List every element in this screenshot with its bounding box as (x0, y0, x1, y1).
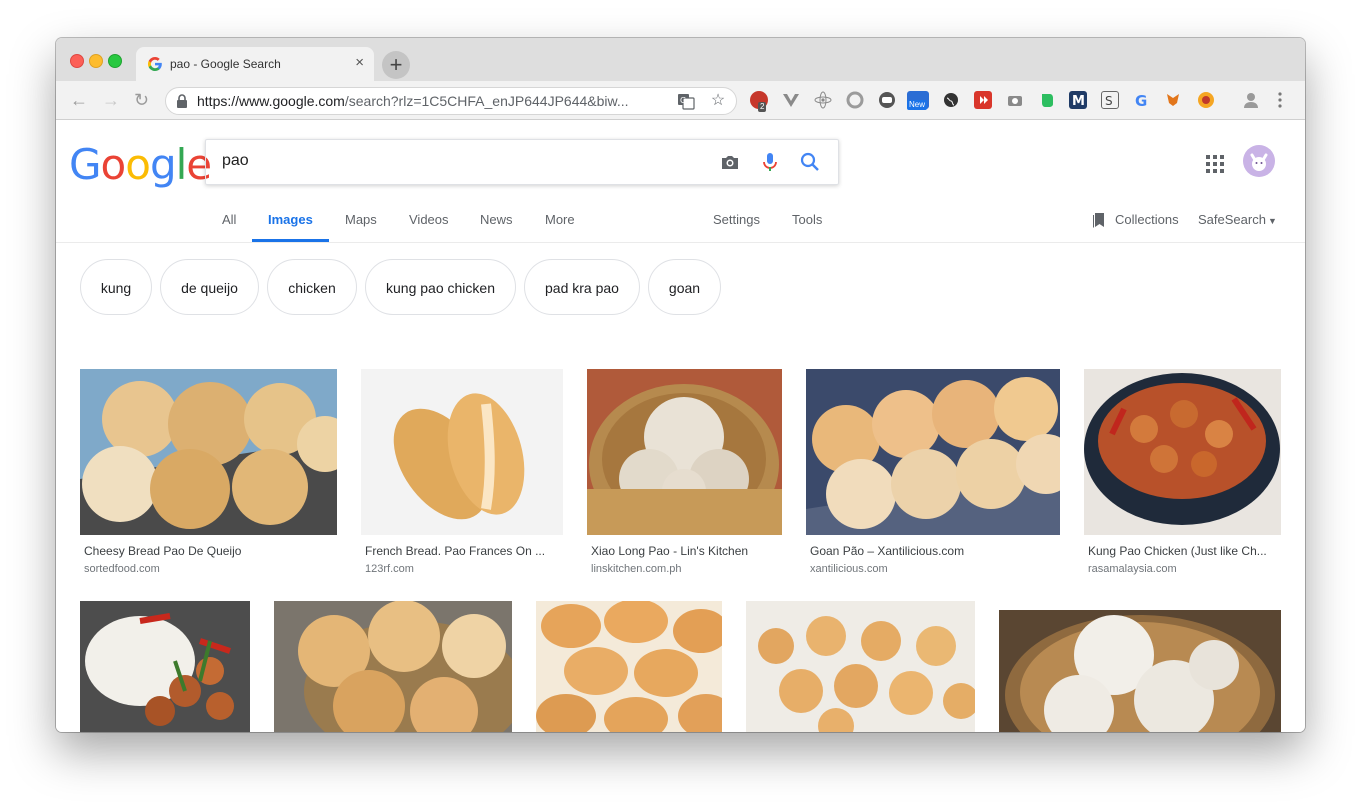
browser-toolbar: ← → ↻ https://www.google.com/search?rlz=… (56, 81, 1305, 120)
camera-search-icon[interactable] (719, 151, 741, 173)
active-tab-indicator (252, 239, 329, 242)
forward-arrow-icon[interactable]: → (102, 90, 120, 110)
microphone-icon[interactable] (759, 151, 781, 173)
profile-icon[interactable] (1242, 91, 1260, 109)
svg-text:G: G (1135, 92, 1147, 109)
google-logo[interactable]: Google (69, 140, 212, 189)
result-image[interactable] (80, 601, 250, 732)
logo-letter: G (69, 140, 102, 189)
new-badge: New (907, 100, 928, 110)
google-extension-icon[interactable]: G (1133, 91, 1151, 110)
result-image[interactable] (274, 601, 512, 732)
logo-letter: g (149, 140, 177, 189)
safesearch-dropdown[interactable]: SafeSearch ▼ (1198, 212, 1277, 227)
result-image[interactable] (806, 369, 1060, 535)
result-title[interactable]: French Bread. Pao Frances On ... (365, 544, 561, 558)
result-source[interactable]: 123rf.com (365, 563, 414, 575)
metamask-extension-icon[interactable] (1165, 91, 1183, 109)
circle-extension-icon[interactable] (846, 91, 864, 109)
tab-title: pao - Google Search (170, 57, 281, 71)
new-extension-icon[interactable]: New (907, 91, 929, 110)
bookmark-star-icon[interactable]: ☆ (709, 92, 727, 110)
collections-link[interactable]: Collections (1115, 212, 1179, 227)
result-image[interactable] (999, 610, 1281, 732)
svg-text:S: S (1105, 94, 1113, 108)
result-image[interactable] (361, 369, 563, 535)
s-extension-icon[interactable]: S (1101, 91, 1119, 109)
tab-more[interactable]: More (545, 212, 575, 227)
address-bar[interactable]: https://www.google.com/search?rlz=1C5CHF… (165, 87, 737, 115)
camera-extension-icon[interactable] (1006, 91, 1024, 109)
zoom-window-button[interactable] (108, 54, 122, 68)
title-bar: pao - Google Search × + (56, 38, 1305, 81)
settings-link[interactable]: Settings (713, 212, 760, 227)
google-favicon-icon (148, 57, 162, 71)
chip-pad-kra-pao[interactable]: pad kra pao (524, 259, 640, 315)
logo-letter: l (175, 140, 188, 189)
globe-extension-icon[interactable] (942, 91, 960, 109)
url-host: https://www.google.com (197, 93, 345, 109)
logo-letter: o (100, 140, 127, 189)
search-box[interactable] (205, 139, 839, 185)
chip-chicken[interactable]: chicken (267, 259, 357, 315)
search-icon[interactable] (799, 151, 821, 173)
google-images-page: Google pao All Images Maps Videos News M… (56, 120, 1305, 732)
result-source[interactable]: xantilicious.com (810, 563, 888, 575)
svg-text:M: M (1072, 94, 1085, 109)
tab-news[interactable]: News (480, 212, 513, 227)
m-extension-icon[interactable]: M (1069, 91, 1087, 109)
result-title[interactable]: Xiao Long Pao - Lin's Kitchen (591, 544, 781, 558)
result-title[interactable]: Kung Pao Chicken (Just like Ch... (1088, 544, 1281, 558)
menu-kebab-icon[interactable] (1276, 91, 1284, 109)
vue-devtools-extension-icon[interactable] (782, 91, 800, 109)
chip-goan[interactable]: goan (648, 259, 721, 315)
tab-images[interactable]: Images (268, 212, 313, 227)
tab-maps[interactable]: Maps (345, 212, 377, 227)
result-source[interactable]: sortedfood.com (84, 563, 160, 575)
result-image[interactable] (536, 601, 722, 732)
result-image[interactable] (1084, 369, 1281, 535)
back-arrow-icon[interactable]: ← (70, 90, 88, 110)
close-window-button[interactable] (70, 54, 84, 68)
chip-kung[interactable]: kung (80, 259, 152, 315)
search-input[interactable] (222, 150, 702, 172)
minimize-window-button[interactable] (89, 54, 103, 68)
coin-extension-icon[interactable] (1197, 91, 1215, 109)
adblock-extension-icon[interactable]: 2 (750, 91, 768, 112)
account-avatar[interactable] (1243, 145, 1275, 177)
translate-icon[interactable]: G (677, 92, 695, 110)
lock-icon (177, 94, 187, 108)
chip-kung-pao-chicken[interactable]: kung pao chicken (365, 259, 516, 315)
tab-all[interactable]: All (222, 212, 236, 227)
logo-letter: o (125, 140, 151, 189)
browser-window: pao - Google Search × + ← → ↻ https://ww… (56, 38, 1305, 732)
result-image[interactable] (746, 601, 975, 732)
new-tab-button[interactable]: + (382, 51, 410, 79)
adblock-badge: 2 (758, 102, 767, 112)
video-extension-icon[interactable] (974, 91, 992, 109)
result-source[interactable]: rasamalaysia.com (1088, 563, 1177, 575)
search-nav: All Images Maps Videos News More Setting… (56, 202, 1305, 243)
result-image[interactable] (80, 369, 337, 535)
result-title[interactable]: Cheesy Bread Pao De Queijo (84, 544, 334, 558)
reload-icon[interactable]: ↻ (134, 90, 149, 110)
chip-de-queijo[interactable]: de queijo (160, 259, 259, 315)
evernote-extension-icon[interactable] (1038, 91, 1056, 109)
react-extension-icon[interactable] (814, 91, 832, 109)
close-tab-icon[interactable]: × (355, 55, 364, 71)
result-title[interactable]: Goan Pão – Xantilicious.com (810, 544, 1058, 558)
url-text[interactable]: https://www.google.com/search?rlz=1C5CHF… (197, 93, 629, 109)
result-image[interactable] (587, 369, 782, 535)
browser-tab[interactable]: pao - Google Search × (136, 47, 374, 81)
tab-videos[interactable]: Videos (409, 212, 449, 227)
google-apps-icon[interactable] (1206, 155, 1224, 173)
safesearch-label: SafeSearch (1198, 212, 1266, 227)
collections-bookmark-icon[interactable] (1092, 212, 1106, 228)
line-extension-icon[interactable] (878, 91, 896, 109)
url-path: /search?rlz=1C5CHFA_enJP644JP644&biw... (344, 93, 629, 109)
svg-text:G: G (680, 96, 686, 105)
result-source[interactable]: linskitchen.com.ph (591, 563, 682, 575)
tools-link[interactable]: Tools (792, 212, 822, 227)
caret-down-icon: ▼ (1267, 216, 1277, 226)
